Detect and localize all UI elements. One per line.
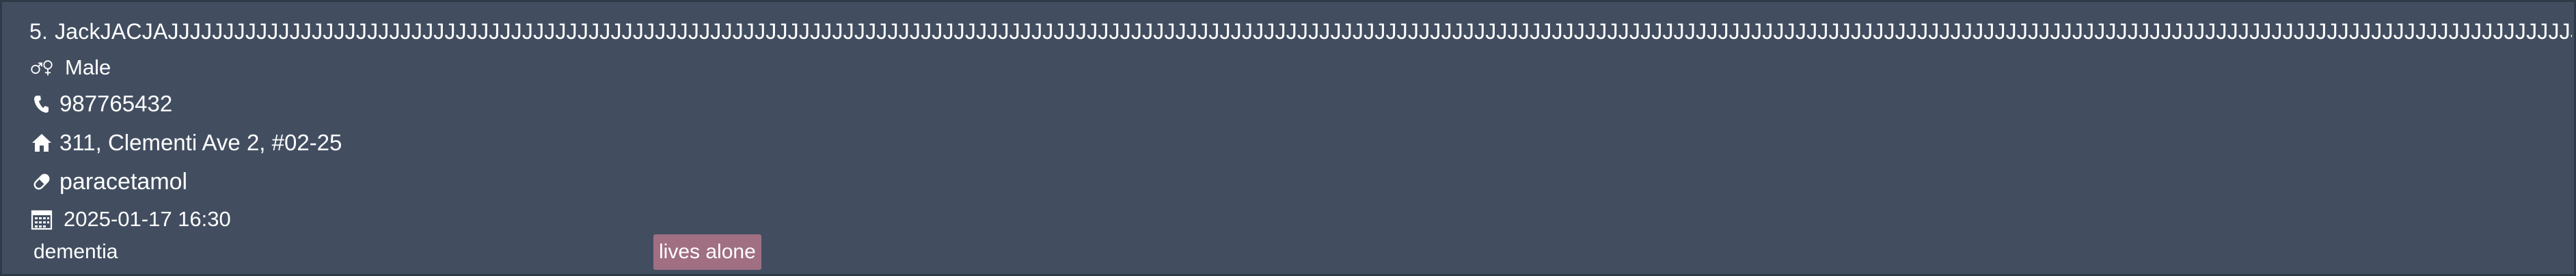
phone-value: 987765432 [59,91,173,116]
home-icon [29,130,54,155]
phone-row: 987765432 [29,87,172,120]
medication-row: paracetamol [29,165,187,198]
gender-value: Male [65,55,111,79]
person-index: 5. [29,18,49,44]
tag-list: dementia lives alone [2,234,822,273]
medication-value: paracetamol [59,168,188,195]
person-card[interactable]: 5. JackJACJAJJJJJJJJJJJJJJJJJJJJJJJJJJJJ… [0,0,2576,276]
person-name-row: 5. JackJACJAJJJJJJJJJJJJJJJJJJJJJJJJJJJJ… [29,12,2572,51]
phone-icon [29,92,54,116]
gender-row: Male [29,51,111,84]
pill-icon [29,169,54,194]
address-value: 311, Clementi Ave 2, #02-25 [59,130,342,155]
tag-lives-alone: lives alone [653,234,761,270]
calendar-icon [29,207,54,232]
address-row: 311, Clementi Ave 2, #02-25 [29,126,342,159]
gender-icon [29,55,54,80]
datetime-value: 2025-01-17 16:30 [64,207,231,231]
datetime-row: 2025-01-17 16:30 [29,203,231,236]
tag-dementia: dementia [28,234,124,270]
person-name: JackJACJAJJJJJJJJJJJJJJJJJJJJJJJJJJJJJJJ… [55,18,2572,44]
